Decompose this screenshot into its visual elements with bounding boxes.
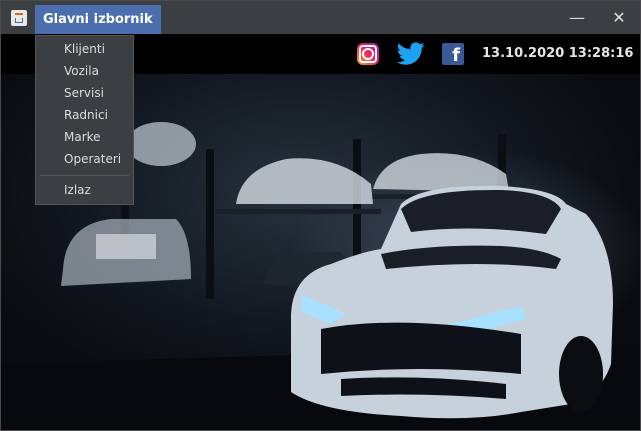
close-button[interactable]: ✕	[599, 1, 639, 34]
menu-separator	[40, 175, 129, 176]
menu-item-radnici[interactable]: Radnici	[36, 104, 133, 126]
minimize-button[interactable]: —	[557, 1, 597, 34]
menu-glavni-izbornik[interactable]: Glavni izbornik	[35, 5, 161, 34]
close-icon: ✕	[612, 8, 626, 27]
menu-item-klijenti[interactable]: Klijenti	[36, 38, 133, 60]
java-cup-icon	[11, 10, 27, 26]
menu-item-vozila[interactable]: Vozila	[36, 60, 133, 82]
twitter-icon[interactable]	[397, 42, 425, 66]
menu-item-servisi[interactable]: Servisi	[36, 82, 133, 104]
menu-item-operateri[interactable]: Operateri	[36, 148, 133, 170]
instagram-icon[interactable]	[357, 43, 379, 65]
titlebar: Glavni izbornik — ✕	[1, 1, 640, 34]
menu-item-marke[interactable]: Marke	[36, 126, 133, 148]
datetime-label: 13.10.2020 13:28:16	[482, 46, 634, 61]
main-car	[291, 185, 613, 419]
app-window: Glavni izbornik — ✕ f 13.10.2020 13:28:1…	[0, 0, 641, 431]
facebook-icon[interactable]: f	[442, 43, 464, 65]
menu-item-izlaz[interactable]: Izlaz	[36, 179, 133, 201]
dropdown-menu: Klijenti Vozila Servisi Radnici Marke Op…	[35, 35, 134, 205]
minimize-icon: —	[569, 8, 585, 27]
